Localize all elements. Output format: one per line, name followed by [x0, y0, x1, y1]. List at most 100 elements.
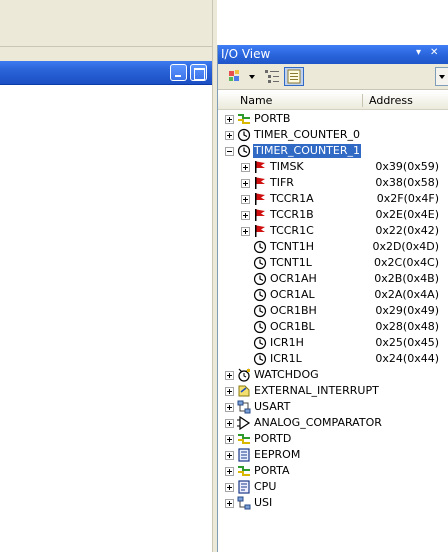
- tree-row[interactable]: TIFR 0x38(0x58): [218, 175, 448, 191]
- document-titlebar[interactable]: [0, 61, 212, 85]
- tree-item-label[interactable]: TCCR1A: [269, 192, 315, 206]
- tree-item-label[interactable]: USI: [253, 496, 273, 510]
- tree-item-label[interactable]: OCR1BH: [269, 304, 318, 318]
- tree-row[interactable]: TCCR1A 0x2F(0x4F): [218, 191, 448, 207]
- tree-row[interactable]: OCR1BH 0x29(0x49): [218, 303, 448, 319]
- timer-icon: [237, 128, 251, 142]
- tree-row[interactable]: CPU: [218, 479, 448, 495]
- expand-icon[interactable]: [225, 467, 234, 476]
- tree-item-address: 0x2D(0x4D): [372, 240, 439, 253]
- tree-row[interactable]: PORTA: [218, 463, 448, 479]
- expand-icon[interactable]: [225, 499, 234, 508]
- tree-row[interactable]: TIMER_COUNTER_1: [218, 143, 448, 159]
- tree-row[interactable]: TIMSK 0x39(0x59): [218, 159, 448, 175]
- column-name-header[interactable]: Name: [240, 94, 272, 107]
- toolbar-dropdown[interactable]: [435, 67, 448, 86]
- expand-icon[interactable]: [225, 131, 234, 140]
- filter-icon[interactable]: [226, 67, 246, 86]
- maximize-icon[interactable]: [190, 64, 207, 81]
- tree-row[interactable]: ICR1L 0x24(0x44): [218, 351, 448, 367]
- tree-item-label[interactable]: TIFR: [269, 176, 295, 190]
- document-area[interactable]: [0, 85, 212, 552]
- tree-item-label[interactable]: USART: [253, 400, 291, 414]
- io-view-panel: I/O View ▾ ✕ Name Address PORTB TIMER_CO…: [217, 45, 448, 552]
- tree-item-label[interactable]: PORTA: [253, 464, 291, 478]
- expand-icon[interactable]: [225, 483, 234, 492]
- column-divider[interactable]: [362, 94, 363, 107]
- cpu-icon: [237, 480, 251, 494]
- pin-dropdown-icon[interactable]: ▾: [416, 47, 421, 58]
- expand-icon[interactable]: [225, 451, 234, 460]
- expand-icon[interactable]: [241, 195, 250, 204]
- expand-icon[interactable]: [225, 403, 234, 412]
- io-view-titlebar[interactable]: I/O View ▾ ✕: [218, 45, 448, 64]
- tree-item-label[interactable]: ICR1L: [269, 352, 303, 366]
- tree-item-label[interactable]: TCNT1L: [269, 256, 313, 270]
- column-address-header[interactable]: Address: [369, 94, 413, 107]
- tree-view-icon[interactable]: [262, 67, 282, 86]
- tree-row[interactable]: OCR1AH 0x2B(0x4B): [218, 271, 448, 287]
- expand-icon[interactable]: [225, 387, 234, 396]
- tree-item-label[interactable]: EEPROM: [253, 448, 301, 462]
- list-view-icon[interactable]: [284, 67, 304, 86]
- tree-item-address: 0x39(0x59): [375, 160, 439, 173]
- collapse-icon[interactable]: [225, 147, 234, 156]
- tree-row[interactable]: USI: [218, 495, 448, 511]
- tree-row[interactable]: OCR1BL 0x28(0x48): [218, 319, 448, 335]
- tree-item-label[interactable]: ANALOG_COMPARATOR: [253, 416, 383, 430]
- timer-icon: [253, 288, 267, 302]
- tree-row[interactable]: TIMER_COUNTER_0: [218, 127, 448, 143]
- expand-icon[interactable]: [241, 179, 250, 188]
- port-icon: [237, 432, 251, 446]
- tree-item-address: 0x2F(0x4F): [376, 192, 439, 205]
- flag-icon: [253, 176, 267, 190]
- tree-item-label[interactable]: TIMSK: [269, 160, 305, 174]
- tree-item-label[interactable]: ICR1H: [269, 336, 305, 350]
- tree-item-address: 0x22(0x42): [375, 224, 439, 237]
- workspace-background: [0, 0, 212, 46]
- tree-row[interactable]: TCCR1B 0x2E(0x4E): [218, 207, 448, 223]
- expand-icon[interactable]: [225, 435, 234, 444]
- tree-item-label[interactable]: TCCR1B: [269, 208, 315, 222]
- tree-item-label[interactable]: TIMER_COUNTER_1: [253, 144, 361, 158]
- usi-icon: [237, 496, 251, 510]
- tree-item-label[interactable]: EXTERNAL_INTERRUPT: [253, 384, 380, 398]
- tree-row[interactable]: EXTERNAL_INTERRUPT: [218, 383, 448, 399]
- tree-row[interactable]: USART: [218, 399, 448, 415]
- tree-item-label[interactable]: OCR1AL: [269, 288, 316, 302]
- close-icon[interactable]: ✕: [430, 47, 438, 58]
- tree-row[interactable]: ICR1H 0x25(0x45): [218, 335, 448, 351]
- tree-item-label[interactable]: TCCR1C: [269, 224, 315, 238]
- tree-item-label[interactable]: OCR1AH: [269, 272, 318, 286]
- expand-icon[interactable]: [225, 419, 234, 428]
- tree-row[interactable]: EEPROM: [218, 447, 448, 463]
- tree-item-address: 0x28(0x48): [375, 320, 439, 333]
- tree-item-address: 0x38(0x58): [375, 176, 439, 189]
- io-tree: PORTB TIMER_COUNTER_0 TIMER_COUNTER_1 TIMSK…: [218, 111, 448, 511]
- tree-row[interactable]: TCCR1C 0x22(0x42): [218, 223, 448, 239]
- filter-dropdown-icon[interactable]: [248, 67, 256, 86]
- tree-row[interactable]: PORTD: [218, 431, 448, 447]
- tree-row[interactable]: WATCHDOG: [218, 367, 448, 383]
- tree-item-label[interactable]: TCNT1H: [269, 240, 315, 254]
- minimize-icon[interactable]: [170, 64, 187, 81]
- tree-row[interactable]: PORTB: [218, 111, 448, 127]
- usart-icon: [237, 400, 251, 414]
- expand-icon[interactable]: [225, 371, 234, 380]
- tree-item-label[interactable]: OCR1BL: [269, 320, 316, 334]
- tree-row[interactable]: TCNT1H 0x2D(0x4D): [218, 239, 448, 255]
- tree-item-label[interactable]: PORTD: [253, 432, 292, 446]
- tree-row[interactable]: TCNT1L 0x2C(0x4C): [218, 255, 448, 271]
- tree-row[interactable]: ANALOG_COMPARATOR: [218, 415, 448, 431]
- expand-icon[interactable]: [241, 211, 250, 220]
- expand-icon[interactable]: [241, 227, 250, 236]
- tree-item-label[interactable]: PORTB: [253, 112, 291, 126]
- expand-icon[interactable]: [241, 163, 250, 172]
- tree-row[interactable]: OCR1AL 0x2A(0x4A): [218, 287, 448, 303]
- tree-item-label[interactable]: CPU: [253, 480, 277, 494]
- tree-item-label[interactable]: TIMER_COUNTER_0: [253, 128, 361, 142]
- tree-item-label[interactable]: WATCHDOG: [253, 368, 320, 382]
- port-icon: [237, 464, 251, 478]
- expand-icon[interactable]: [225, 115, 234, 124]
- timer-icon: [253, 272, 267, 286]
